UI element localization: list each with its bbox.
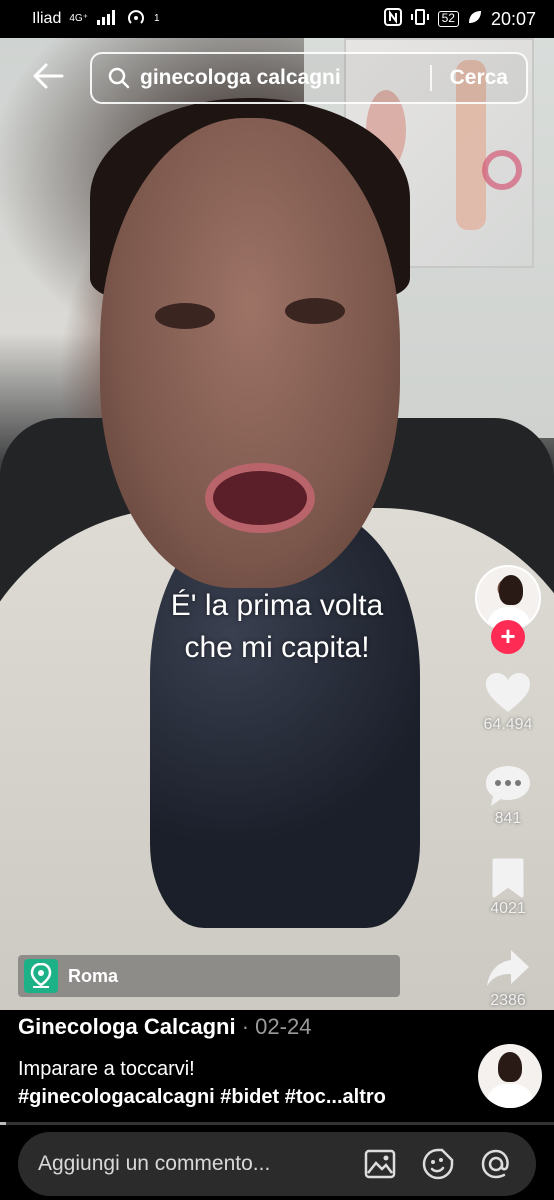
save-button[interactable]: 4021 (470, 858, 546, 918)
follow-button[interactable]: + (491, 620, 525, 654)
bookmark-icon (470, 858, 546, 898)
comment-input[interactable]: Aggiungi un commento... (38, 1152, 362, 1176)
hotspot-icon (126, 8, 146, 31)
video-progress-fill (0, 1122, 6, 1125)
search-header: ginecologa calcagni Cerca (0, 38, 554, 120)
caption-line-1: É' la prima volta (170, 589, 384, 622)
speaker-mouth (205, 463, 315, 533)
location-label: Roma (68, 965, 119, 986)
author-avatar-follow[interactable]: + (475, 565, 541, 654)
hashtags-text[interactable]: #ginecologacalcagni #bidet #toc (18, 1086, 326, 1108)
back-button[interactable] (28, 58, 68, 98)
vibrate-icon (410, 8, 430, 31)
sound-avatar[interactable] (478, 1044, 542, 1108)
share-arrow-icon (470, 948, 546, 990)
comments-button[interactable]: 841 (470, 764, 546, 828)
status-bar: Iliad 4G⁺ 1 52 20:07 (0, 0, 554, 38)
hotspot-count: 1 (153, 13, 160, 24)
search-query[interactable]: ginecologa calcagni (140, 66, 430, 90)
search-icon (108, 66, 132, 90)
post-hashtags[interactable]: #ginecologacalcagni #bidet #toc...altro (18, 1086, 386, 1109)
mention-icon[interactable] (478, 1146, 514, 1182)
heart-icon (470, 672, 546, 714)
clock: 20:07 (490, 8, 536, 29)
arrow-left-icon (32, 62, 64, 95)
video-caption: É' la prima volta che mi capita! (0, 585, 554, 669)
search-submit-button[interactable]: Cerca (432, 66, 526, 90)
location-chip[interactable]: Roma (18, 955, 400, 997)
post-date: · 02-24 (235, 1014, 312, 1039)
video-progress-bar[interactable] (0, 1122, 554, 1125)
search-input[interactable]: ginecologa calcagni Cerca (90, 52, 528, 104)
like-button[interactable]: 64.494 (470, 672, 546, 734)
like-count: 64.494 (483, 716, 533, 733)
image-icon[interactable] (362, 1146, 398, 1182)
network-type: 4G⁺ (69, 13, 88, 24)
leaf-icon (467, 9, 483, 30)
save-count: 4021 (490, 900, 526, 917)
author-line: Ginecologa Calcagni · 02-24 (18, 1014, 311, 1040)
map-pin-icon (24, 959, 58, 993)
nfc-icon (383, 7, 402, 31)
see-more-link[interactable]: ...altro (326, 1086, 386, 1108)
comment-count: 841 (494, 810, 522, 827)
signal-icon (96, 9, 118, 30)
emoji-icon[interactable] (420, 1146, 456, 1182)
share-button[interactable]: 2386 (470, 948, 546, 1010)
caption-line-2: che mi capita! (184, 631, 370, 664)
post-description: Imparare a toccarvi! (18, 1058, 195, 1080)
share-count: 2386 (490, 992, 526, 1009)
carrier-label: Iliad (32, 10, 62, 27)
post-info: Ginecologa Calcagni · 02-24 Imparare a t… (0, 1010, 554, 1132)
author-name[interactable]: Ginecologa Calcagni (18, 1014, 236, 1039)
speech-bubble-icon (470, 764, 546, 808)
battery-indicator: 52 (437, 11, 459, 27)
comment-bar: Aggiungi un commento... (18, 1132, 536, 1196)
